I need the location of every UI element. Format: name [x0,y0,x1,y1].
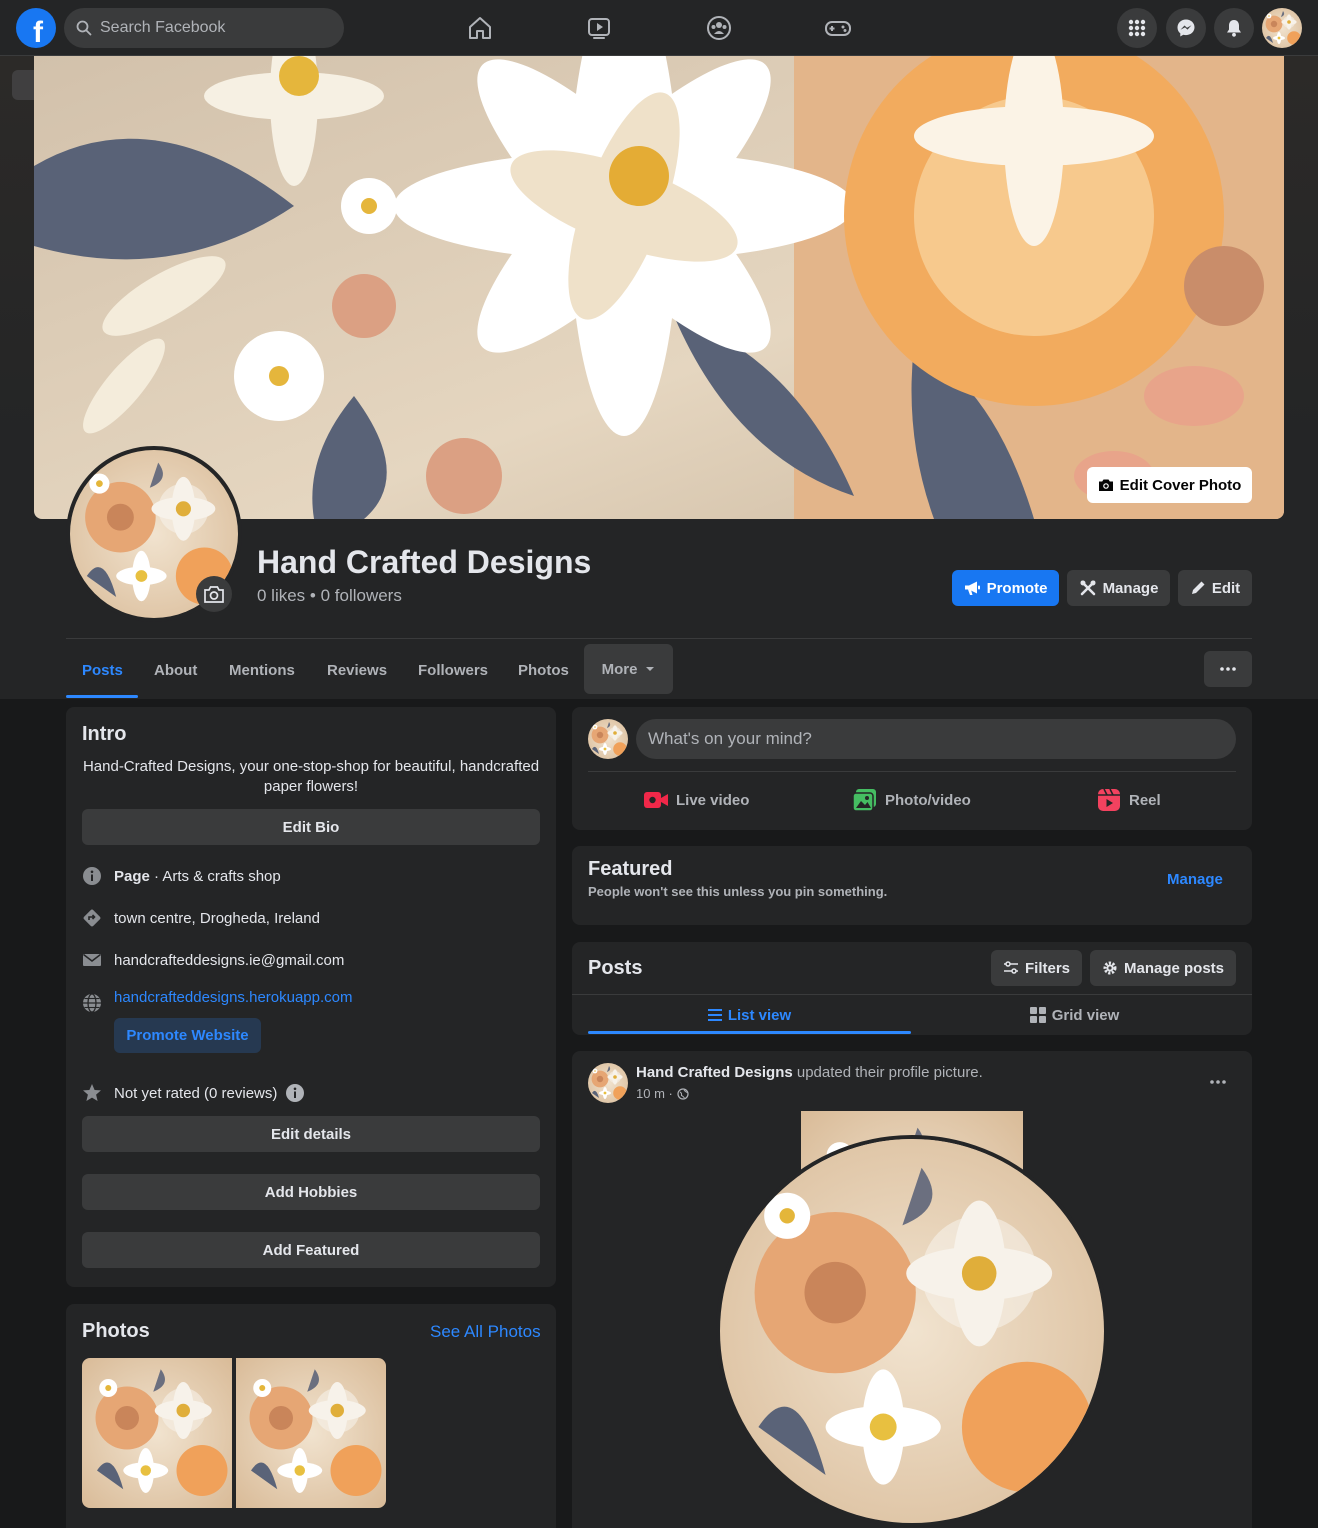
star-icon [82,1083,102,1103]
facebook-logo-icon[interactable]: f [16,8,56,48]
featured-title: Featured [588,858,673,880]
account-avatar[interactable] [1262,8,1302,48]
camera-icon [1098,479,1113,491]
search-icon [76,20,92,36]
manage-page-button[interactable]: Manage [1067,570,1170,606]
globe-icon [82,993,102,1013]
tab-about[interactable]: About [138,642,213,698]
filters-button[interactable]: Filters [991,950,1082,986]
tools-icon [1080,580,1096,596]
camera-icon [204,586,224,603]
intro-bio: Hand-Crafted Designs, your one-stop-shop… [82,758,540,795]
ellipsis-icon [1220,667,1236,671]
add-featured-button[interactable]: Add Featured [82,1232,540,1268]
edit-details-button[interactable]: Edit details [82,1116,540,1152]
reel-button[interactable]: Reel [1097,784,1161,816]
list-view-tab[interactable]: List view [588,1000,911,1030]
tab-photos[interactable]: Photos [502,642,585,698]
megaphone-icon [964,581,980,595]
posts-title: Posts [588,957,643,979]
website-link[interactable]: handcrafteddesigns.herokuapp.com [114,989,353,1006]
post-author-name[interactable]: Hand Crafted Designs [636,1064,793,1081]
gear-icon [1103,961,1117,975]
tab-reviews[interactable]: Reviews [311,642,403,698]
featured-manage-link[interactable]: Manage [1167,871,1223,888]
search-box[interactable] [64,8,344,48]
posts-divider [572,994,1252,995]
promote-button[interactable]: Promote [952,570,1059,606]
post-profile-picture[interactable] [716,1135,1108,1527]
menu-grid-icon[interactable] [1117,8,1157,48]
intro-title: Intro [82,723,127,745]
post-author-avatar[interactable] [588,1063,628,1103]
intro-category: Page · Arts & crafts shop [82,866,281,886]
intro-email[interactable]: handcrafteddesigns.ie@gmail.com [82,950,344,970]
cover-photo[interactable] [34,56,1284,519]
groups-icon[interactable] [701,10,737,46]
info-icon [82,866,102,886]
post-meta: 10 m · [636,1086,689,1101]
home-icon[interactable] [462,10,498,46]
live-video-icon [644,792,668,808]
intro-location: town centre, Drogheda, Ireland [82,908,320,928]
active-tab-indicator [66,695,138,698]
photo-icon [853,789,876,811]
page-like-follower-count[interactable]: 0 likes • 0 followers [257,586,402,606]
grid-view-tab[interactable]: Grid view [913,1000,1236,1030]
photo-thumbnail[interactable] [236,1358,386,1508]
tab-more[interactable]: More [584,644,673,694]
photos-title: Photos [82,1320,150,1342]
messenger-icon[interactable] [1166,8,1206,48]
gaming-icon[interactable] [820,10,856,46]
photo-video-button[interactable]: Photo/video [853,784,971,816]
intro-website: handcrafteddesigns.herokuapp.com [82,989,353,1013]
search-input[interactable] [100,19,320,37]
intro-rating: Not yet rated (0 reviews) [82,1083,305,1103]
tab-mentions[interactable]: Mentions [213,642,311,698]
list-icon [707,1009,722,1021]
grid-icon [1029,1007,1046,1023]
page-title: Hand Crafted Designs [257,544,592,580]
ellipsis-icon [1210,1080,1226,1084]
sliders-icon [1003,961,1018,974]
photo-thumbnail[interactable] [82,1358,232,1508]
see-all-photos-link[interactable]: See All Photos [430,1322,541,1342]
manage-posts-button[interactable]: Manage posts [1090,950,1236,986]
reel-icon [1098,788,1120,811]
post-timestamp[interactable]: 10 m · [636,1086,673,1101]
composer-divider [588,771,1236,772]
notifications-bell-icon[interactable] [1214,8,1254,48]
edit-bio-button[interactable]: Edit Bio [82,809,540,845]
caret-down-icon [646,667,655,671]
post-header-text: Hand Crafted Designs updated their profi… [636,1064,983,1081]
tab-posts[interactable]: Posts [66,642,139,698]
promote-website-button[interactable]: Promote Website [114,1018,261,1053]
tab-followers[interactable]: Followers [402,642,504,698]
directions-icon [82,908,102,928]
header-divider [66,638,1252,639]
active-view-indicator [588,1031,911,1034]
globe-icon [677,1087,689,1100]
composer-avatar[interactable] [588,719,628,759]
featured-subtitle: People won't see this unless you pin som… [588,884,888,899]
edit-page-button[interactable]: Edit [1178,570,1252,606]
edit-cover-photo-button[interactable]: Edit Cover Photo [1087,467,1252,503]
live-video-button[interactable]: Live video [644,784,749,816]
add-hobbies-button[interactable]: Add Hobbies [82,1174,540,1210]
pencil-icon [1191,581,1205,594]
info-icon[interactable] [285,1083,305,1103]
envelope-icon [82,950,102,970]
post-options-button[interactable] [1204,1068,1232,1096]
update-profile-picture-button[interactable] [196,576,232,612]
whats-on-your-mind-input[interactable]: What's on your mind? [636,719,1236,759]
watch-video-icon[interactable] [581,10,617,46]
more-options-button[interactable] [1204,651,1252,687]
